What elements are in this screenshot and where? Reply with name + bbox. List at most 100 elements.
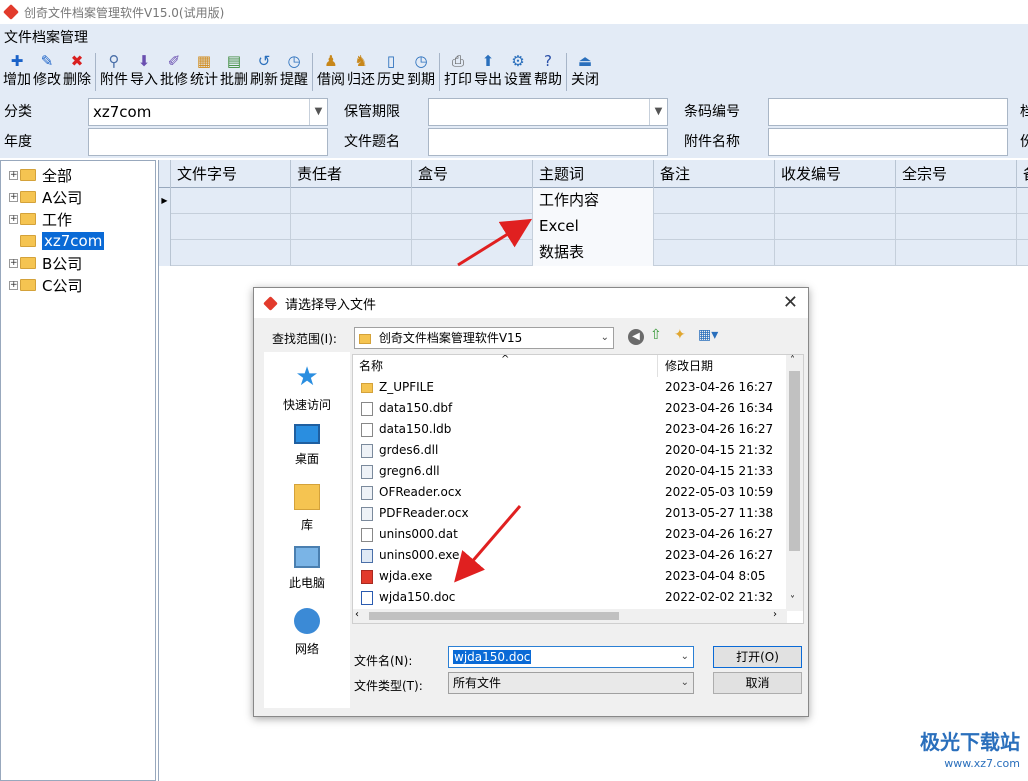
vertical-scrollbar[interactable]: ˄ ˅ <box>786 355 803 611</box>
chevron-down-icon[interactable]: ▼ <box>309 99 327 125</box>
menu-item-file-archive[interactable]: 文件档案管理 <box>4 27 88 47</box>
table-cell[interactable] <box>1017 240 1028 266</box>
toolbar-button-16[interactable]: ⚙ 设置 <box>503 50 533 94</box>
column-modified-date[interactable]: 修改日期 <box>665 355 713 377</box>
file-list-item[interactable]: unins000.exe 2023-04-26 16:27 <box>353 545 787 566</box>
tree-node[interactable]: xz7com <box>9 231 105 251</box>
file-list-item[interactable]: grdes6.dll 2020-04-15 21:32 <box>353 440 787 461</box>
column-header[interactable]: 全宗号 <box>896 160 1017 188</box>
toolbar-button-7[interactable]: ▤ 批删 <box>219 50 249 94</box>
tree-node[interactable]: + B公司 <box>9 253 82 273</box>
toolbar-button-11[interactable]: ♞ 归还 <box>346 50 376 94</box>
place-desktop[interactable]: 桌面 <box>264 424 350 467</box>
table-cell[interactable] <box>654 240 775 266</box>
column-header[interactable]: 收发编号 <box>775 160 896 188</box>
toolbar-button-12[interactable]: ▯ 历史 <box>376 50 406 94</box>
table-row[interactable]: ▶ 工作内容 <box>159 188 1028 214</box>
table-cell[interactable] <box>171 214 291 240</box>
column-header[interactable]: 文件字号 <box>171 160 291 188</box>
place-quick-access[interactable]: ★ 快速访问 <box>264 364 350 413</box>
column-name[interactable]: 名称 <box>359 355 383 377</box>
scroll-thumb[interactable] <box>789 371 800 551</box>
table-cell[interactable] <box>291 240 412 266</box>
table-row[interactable]: Excel <box>159 214 1028 240</box>
row-indicator[interactable] <box>159 240 171 266</box>
table-cell[interactable]: Excel <box>533 214 654 240</box>
new-folder-icon[interactable]: ✦ <box>674 327 686 343</box>
column-header[interactable]: 备注 <box>654 160 775 188</box>
place-this-pc[interactable]: 此电脑 <box>264 546 350 591</box>
place-library[interactable]: 库 <box>264 484 350 533</box>
toolbar-button-17[interactable]: ? 帮助 <box>533 50 563 94</box>
column-header[interactable]: 盒号 <box>412 160 533 188</box>
table-cell[interactable] <box>775 240 896 266</box>
toolbar-button-2[interactable]: ✖ 删除 <box>62 50 92 94</box>
scroll-down-icon[interactable]: ˅ <box>790 595 795 606</box>
toolbar-button-8[interactable]: ↺ 刷新 <box>249 50 279 94</box>
lookin-select[interactable]: 创奇文件档案管理软件V15 ⌄ <box>354 327 614 349</box>
column-header[interactable]: 责任者 <box>291 160 412 188</box>
up-folder-icon[interactable]: ⇧ <box>650 327 662 343</box>
file-list-item[interactable]: unins000.dat 2023-04-26 16:27 <box>353 524 787 545</box>
back-icon[interactable]: ◀ <box>628 329 644 345</box>
table-cell[interactable] <box>412 188 533 214</box>
table-cell[interactable] <box>291 188 412 214</box>
expand-icon[interactable] <box>9 237 18 246</box>
table-cell[interactable] <box>171 240 291 266</box>
column-header[interactable]: 备 <box>1017 160 1028 188</box>
toolbar-button-0[interactable]: ✚ 增加 <box>2 50 32 94</box>
table-cell[interactable] <box>291 214 412 240</box>
attachment-name-input[interactable] <box>768 128 1008 156</box>
toolbar-button-14[interactable]: ⎙ 打印 <box>443 50 473 94</box>
toolbar-button-4[interactable]: ⬇ 导入 <box>129 50 159 94</box>
view-menu-icon[interactable]: ▦▾ <box>698 327 718 343</box>
tree-node[interactable]: + 工作 <box>9 209 72 229</box>
scroll-right-icon[interactable]: › <box>773 609 777 620</box>
tree-node[interactable]: + 全部 <box>9 165 72 185</box>
table-cell[interactable] <box>775 214 896 240</box>
expand-icon[interactable]: + <box>9 258 18 268</box>
table-cell[interactable] <box>412 214 533 240</box>
toolbar-button-6[interactable]: ▦ 统计 <box>189 50 219 94</box>
expand-icon[interactable]: + <box>9 192 18 202</box>
year-input[interactable] <box>88 128 328 156</box>
file-list-item[interactable]: Z_UPFILE 2023-04-26 16:27 <box>353 377 787 398</box>
table-cell[interactable]: 工作内容 <box>533 188 654 214</box>
table-cell[interactable] <box>775 188 896 214</box>
file-list-item[interactable]: data150.ldb 2023-04-26 16:27 <box>353 419 787 440</box>
scroll-left-icon[interactable]: ‹ <box>355 609 359 620</box>
table-cell[interactable] <box>896 214 1017 240</box>
expand-icon[interactable]: + <box>9 170 18 180</box>
filename-input[interactable]: wjda150.doc ⌄ <box>448 646 694 668</box>
table-cell[interactable] <box>896 188 1017 214</box>
toolbar-button-18[interactable]: ⏏ 关闭 <box>570 50 600 94</box>
toolbar-button-1[interactable]: ✎ 修改 <box>32 50 62 94</box>
toolbar-button-15[interactable]: ⬆ 导出 <box>473 50 503 94</box>
table-cell[interactable]: 数据表 <box>533 240 654 266</box>
horizontal-scrollbar[interactable]: ‹ › <box>353 609 787 623</box>
table-cell[interactable] <box>1017 188 1028 214</box>
expand-icon[interactable]: + <box>9 280 18 290</box>
table-cell[interactable] <box>654 214 775 240</box>
file-list-item[interactable]: wjda.exe 2023-04-04 8:05 <box>353 566 787 587</box>
chevron-down-icon[interactable]: ⌄ <box>681 673 689 693</box>
toolbar-button-13[interactable]: ◷ 到期 <box>406 50 436 94</box>
file-list-item[interactable]: OFReader.ocx 2022-05-03 10:59 <box>353 482 787 503</box>
table-row[interactable]: 数据表 <box>159 240 1028 266</box>
file-list-item[interactable]: PDFReader.ocx 2013-05-27 11:38 <box>353 503 787 524</box>
scroll-up-icon[interactable]: ˄ <box>790 355 795 366</box>
table-cell[interactable] <box>654 188 775 214</box>
tree-node[interactable]: + C公司 <box>9 275 82 295</box>
chevron-down-icon[interactable]: ▼ <box>649 99 667 125</box>
doc-title-input[interactable] <box>428 128 668 156</box>
place-network[interactable]: 网络 <box>264 608 350 657</box>
chevron-down-icon[interactable]: ⌄ <box>601 328 609 348</box>
chevron-down-icon[interactable]: ⌄ <box>681 647 689 667</box>
file-list-item[interactable]: wjda150.doc 2022-02-02 21:32 <box>353 587 787 608</box>
category-select[interactable]: xz7com ▼ <box>88 98 328 126</box>
table-cell[interactable] <box>1017 214 1028 240</box>
filetype-select[interactable]: 所有文件 ⌄ <box>448 672 694 694</box>
barcode-input[interactable] <box>768 98 1008 126</box>
toolbar-button-5[interactable]: ✐ 批修 <box>159 50 189 94</box>
table-cell[interactable] <box>412 240 533 266</box>
